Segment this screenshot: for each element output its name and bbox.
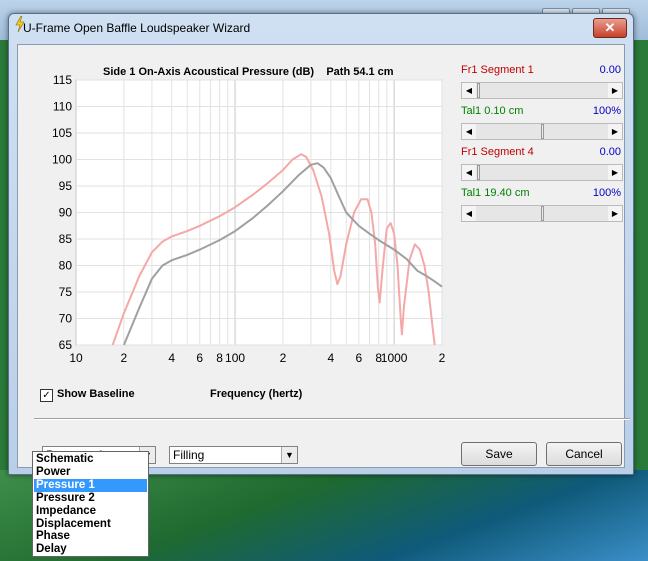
- chevron-down-icon[interactable]: ▼: [281, 447, 297, 463]
- wizard-window: U-Frame Open Baffle Loudspeaker Wizard ✕…: [8, 13, 634, 475]
- y-tick-label: 115: [53, 73, 72, 87]
- divider: [34, 418, 630, 420]
- segment-1-scrollbar[interactable]: ◀ ▶: [461, 82, 623, 99]
- x-tick-label: 8: [216, 351, 223, 365]
- x-tick-label: 6: [196, 351, 203, 365]
- segment-4-label: Tal1 19.40 cm: [461, 187, 530, 199]
- y-tick-label: 85: [59, 232, 73, 246]
- segment-2-value: 100%: [592, 105, 621, 117]
- segment-4-thumb[interactable]: [541, 206, 544, 221]
- y-tick-label: 95: [59, 179, 73, 193]
- segment-2-label: Tal1 0.10 cm: [461, 105, 524, 117]
- y-tick-label: 100: [52, 153, 72, 167]
- x-tick-label: 2: [121, 351, 128, 365]
- x-tick-label: 6: [355, 351, 362, 365]
- scroll-right-icon[interactable]: ▶: [608, 83, 622, 98]
- dropdown-option[interactable]: Impedance: [34, 505, 147, 518]
- show-baseline-label[interactable]: Show Baseline: [57, 388, 135, 400]
- x-tick-label: 2: [280, 351, 287, 365]
- fill-select[interactable]: Filling ▼: [169, 446, 298, 464]
- y-tick-label: 110: [53, 100, 72, 114]
- segment-2-scrollbar[interactable]: ◀ ▶: [461, 123, 623, 140]
- segment-1-label: Fr1 Segment 1: [461, 64, 534, 76]
- segment-2-thumb[interactable]: [541, 124, 544, 139]
- dropdown-option[interactable]: Schematic: [34, 453, 147, 466]
- x-axis-label: Frequency (hertz): [210, 388, 303, 400]
- scroll-right-icon[interactable]: ▶: [608, 124, 622, 139]
- window-title: U-Frame Open Baffle Loudspeaker Wizard: [23, 21, 251, 35]
- cancel-button[interactable]: Cancel: [546, 442, 622, 466]
- dropdown-option[interactable]: Power: [34, 466, 147, 479]
- y-tick-label: 105: [52, 126, 72, 140]
- save-button[interactable]: Save: [461, 442, 537, 466]
- segment-1-thumb[interactable]: [477, 83, 480, 98]
- segment-3-scrollbar[interactable]: ◀ ▶: [461, 164, 623, 181]
- y-tick-label: 80: [59, 259, 73, 273]
- y-tick-label: 75: [59, 285, 73, 299]
- scroll-right-icon[interactable]: ▶: [608, 165, 622, 180]
- dialog-body: Side 1 On-Axis Acoustical Pressure (dB) …: [17, 44, 630, 468]
- x-tick-label: 1000: [381, 351, 408, 365]
- scroll-left-icon[interactable]: ◀: [462, 165, 476, 180]
- segment-3-label: Fr1 Segment 4: [461, 146, 534, 158]
- close-icon[interactable]: ✕: [593, 18, 627, 38]
- segment-4-scrollbar[interactable]: ◀ ▶: [461, 205, 623, 222]
- dropdown-option[interactable]: Pressure 1: [34, 478, 147, 492]
- title-bar[interactable]: U-Frame Open Baffle Loudspeaker Wizard ✕: [9, 14, 633, 42]
- scroll-left-icon[interactable]: ◀: [462, 83, 476, 98]
- segment-4-value: 100%: [592, 187, 621, 199]
- x-tick-label: 100: [225, 351, 245, 365]
- segment-3-value: 0.00: [599, 146, 621, 158]
- scroll-left-icon[interactable]: ◀: [462, 124, 476, 139]
- dropdown-option[interactable]: Displacement: [34, 518, 147, 531]
- fill-select-value: Filling: [173, 448, 205, 462]
- x-tick-label: 2: [439, 351, 446, 365]
- scroll-right-icon[interactable]: ▶: [608, 206, 622, 221]
- dropdown-option[interactable]: Phase: [34, 530, 147, 543]
- pressure-chart: 6570758085909510010511011510 2 4 6 8 100 2 4 6 81…: [52, 73, 446, 365]
- show-baseline-checkbox[interactable]: ✓: [40, 389, 53, 402]
- segment-3-thumb[interactable]: [477, 165, 480, 180]
- segment-1-value: 0.00: [599, 64, 621, 76]
- x-tick-label: 4: [327, 351, 334, 365]
- y-tick-label: 70: [59, 312, 73, 326]
- view-dropdown-list: Schematic Power Pressure 1 Pressure 2 Impeda…: [32, 451, 149, 557]
- y-tick-label: 90: [59, 206, 73, 220]
- y-tick-label: 65: [59, 338, 73, 352]
- scroll-left-icon[interactable]: ◀: [462, 206, 476, 221]
- dropdown-option[interactable]: Pressure 2: [34, 492, 147, 505]
- x-tick-label: 10: [69, 351, 83, 365]
- x-tick-label: 4: [168, 351, 175, 365]
- dropdown-option[interactable]: Delay: [34, 543, 147, 556]
